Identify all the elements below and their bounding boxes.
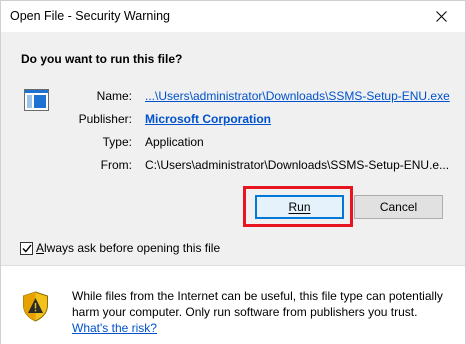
publisher-link[interactable]: Microsoft Corporation (145, 112, 271, 126)
cancel-button-label: Cancel (379, 200, 418, 214)
from-label: From: (100, 158, 132, 172)
always-ask-label: Always ask before opening this file (36, 241, 220, 255)
always-ask-checkbox-row[interactable]: Always ask before opening this file (20, 241, 220, 255)
security-warning-dialog: Open File - Security Warning Do you want… (0, 0, 466, 344)
cancel-button[interactable]: Cancel (354, 195, 443, 219)
window-title: Open File - Security Warning (10, 9, 171, 23)
close-button[interactable] (419, 1, 463, 31)
file-name-link[interactable]: ...\Users\administrator\Downloads\SSMS-S… (145, 89, 450, 103)
dialog-body: Do you want to run this file? Name: ...\… (1, 32, 465, 265)
warning-text: While files from the Internet can be use… (72, 289, 443, 319)
close-icon (435, 10, 447, 22)
shield-warning-icon (23, 291, 48, 322)
warning-message: While files from the Internet can be use… (72, 288, 457, 336)
from-value: C:\Users\administrator\Downloads\SSMS-Se… (145, 158, 450, 172)
always-ask-mnemonic: A (36, 241, 45, 255)
check-icon (21, 244, 32, 253)
run-button-label: Run (288, 200, 311, 214)
type-value: Application (145, 135, 204, 149)
always-ask-checkbox[interactable] (20, 241, 33, 255)
run-button[interactable]: Run (255, 195, 344, 219)
run-question: Do you want to run this file? (21, 52, 183, 66)
title-bar[interactable]: Open File - Security Warning (1, 1, 465, 32)
whats-the-risk-link[interactable]: What's the risk? (72, 321, 157, 335)
warning-footer: While files from the Internet can be use… (1, 265, 465, 344)
always-ask-text: lways ask before opening this file (44, 241, 221, 255)
type-label: Type: (102, 135, 132, 149)
publisher-label: Publisher: (78, 112, 132, 126)
name-label: Name: (96, 89, 132, 103)
